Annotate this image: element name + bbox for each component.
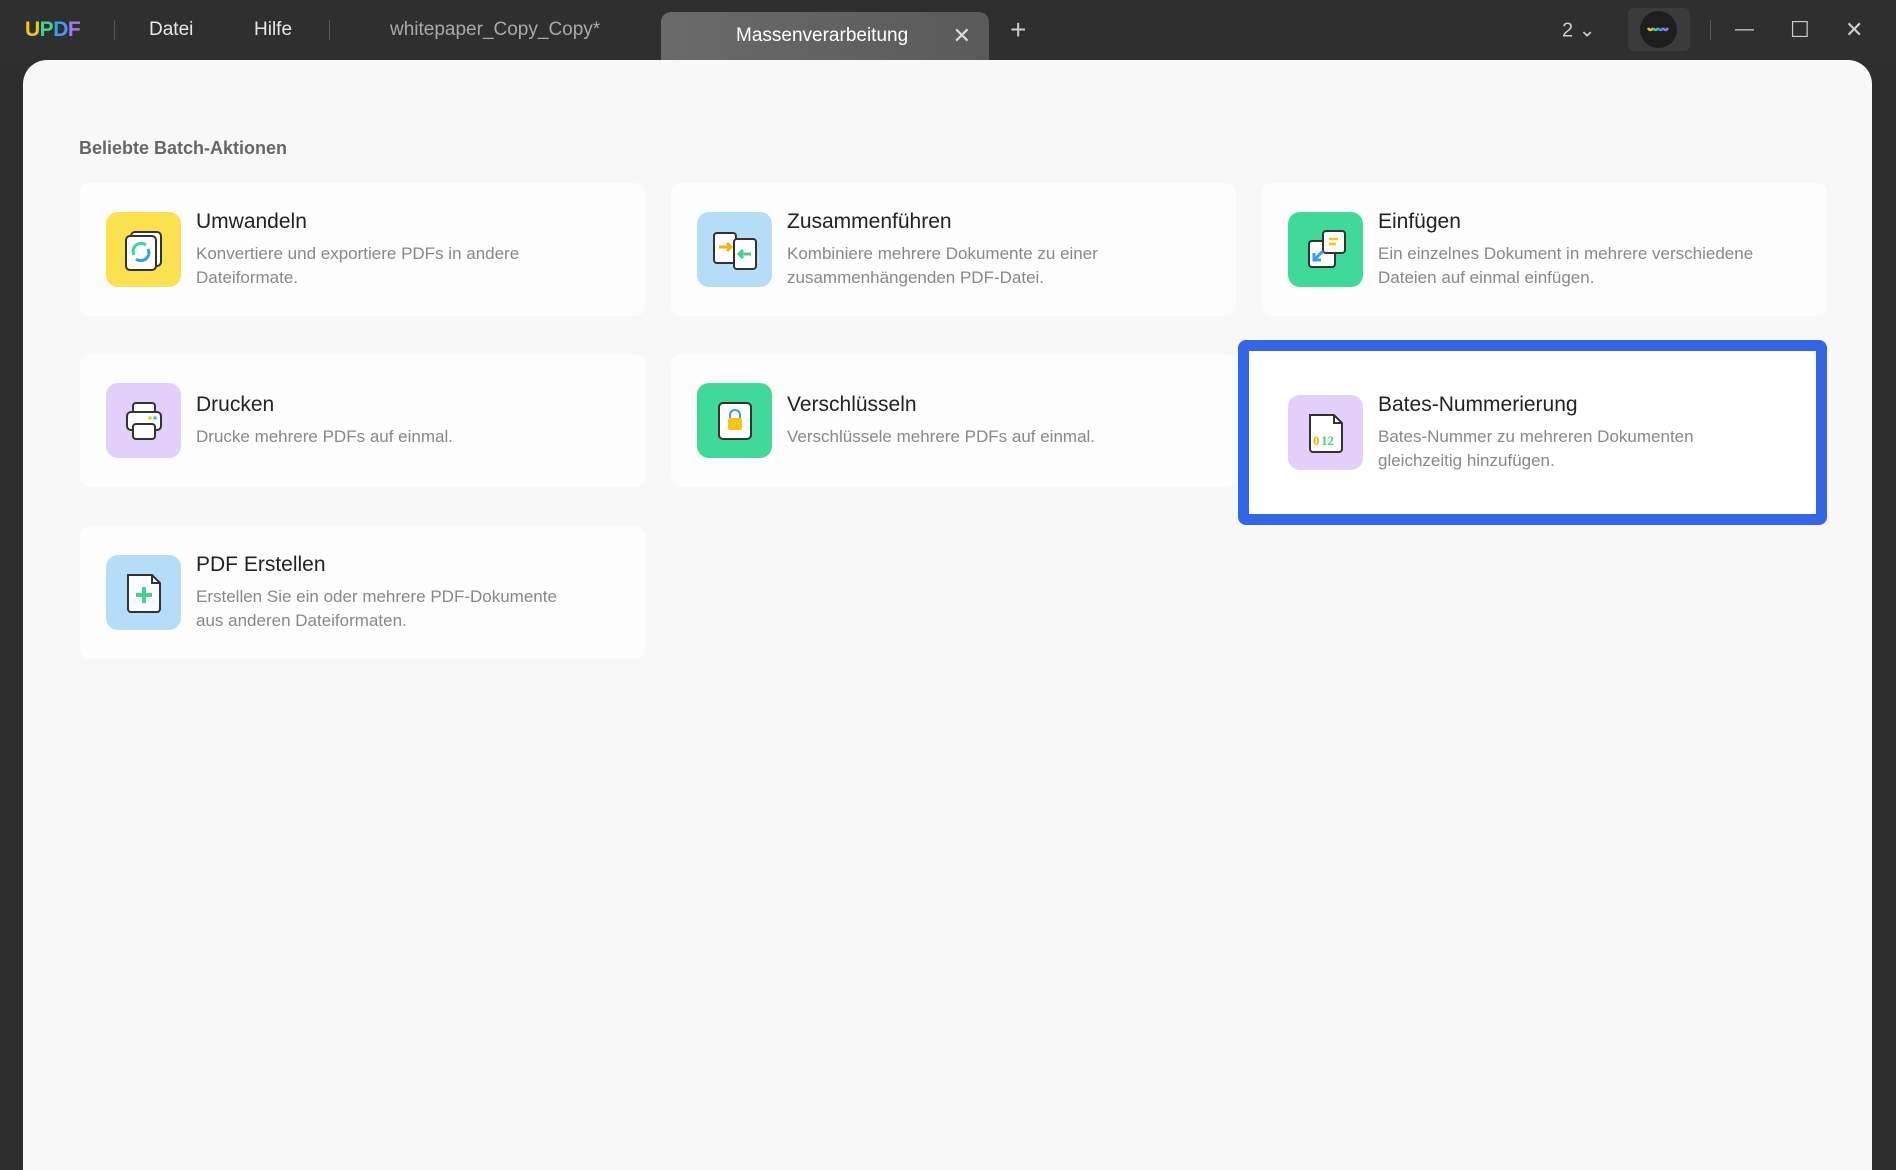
selection-highlight xyxy=(1238,340,1827,525)
card-einfuegen[interactable]: Einfügen Ein einzelnes Dokument in mehrer… xyxy=(1262,183,1827,316)
menu-hilfe[interactable]: Hilfe xyxy=(254,19,292,41)
avatar xyxy=(1640,11,1677,48)
card-description: Drucke mehrere PDFs auf einmal. xyxy=(196,426,453,446)
card-title: Zusammenführen xyxy=(787,209,952,233)
account-button[interactable] xyxy=(1628,8,1690,51)
minimize-button[interactable]: — xyxy=(1735,19,1754,41)
maximize-button[interactable]: ☐ xyxy=(1790,17,1810,43)
lock-icon xyxy=(697,383,772,458)
merge-icon xyxy=(697,212,772,287)
card-zusammenfuehren[interactable]: Zusammenführen Kombiniere mehrere Dokumen… xyxy=(671,183,1236,316)
card-description: Erstellen Sie ein oder mehrere PDF-Dokum… xyxy=(196,586,557,630)
add-tab-button[interactable]: + xyxy=(1010,14,1026,46)
divider xyxy=(114,20,115,40)
card-title: PDF Erstellen xyxy=(196,552,326,576)
updf-logo: UPDF xyxy=(25,18,81,41)
divider xyxy=(1710,20,1711,40)
card-title: Einfügen xyxy=(1378,209,1461,233)
tab-whitepaper[interactable]: whitepaper_Copy_Copy* xyxy=(390,19,600,41)
tab-label: Massenverarbeitung xyxy=(736,25,909,46)
insert-icon xyxy=(1288,212,1363,287)
card-verschluesseln[interactable]: Verschlüsseln Verschlüssele mehrere PDFs … xyxy=(671,354,1236,487)
tab-massenverarbeitung[interactable]: Massenverarbeitung ✕ xyxy=(661,12,989,60)
card-description: Konvertiere und exportiere PDFs in ander… xyxy=(196,243,520,287)
card-pdf-erstellen[interactable]: PDF Erstellen Erstellen Sie ein oder mehr… xyxy=(80,526,645,659)
card-description: Kombiniere mehrere Dokumente zu einer zu… xyxy=(787,243,1098,287)
card-drucken[interactable]: Drucken Drucke mehrere PDFs auf einmal. xyxy=(80,354,645,487)
divider xyxy=(329,20,330,40)
close-window-button[interactable]: ✕ xyxy=(1845,17,1863,43)
convert-icon xyxy=(106,212,181,287)
chevron-down-icon: ⌄ xyxy=(1578,19,1596,42)
card-title: Drucken xyxy=(196,392,275,416)
card-title: Umwandeln xyxy=(196,209,307,233)
card-umwandeln[interactable]: Umwandeln Konvertiere und exportiere PDFs… xyxy=(80,183,645,316)
close-tab-icon[interactable]: ✕ xyxy=(953,23,971,49)
printer-icon xyxy=(106,383,181,458)
window-count-button[interactable]: 2 ⌄ xyxy=(1562,18,1595,43)
title-bar: UPDF Datei Hilfe whitepaper_Copy_Copy* M… xyxy=(0,0,1896,60)
menu-datei[interactable]: Datei xyxy=(149,19,193,41)
card-description: Ein einzelnes Dokument in mehrere versch… xyxy=(1378,243,1754,287)
section-title: Beliebte Batch-Aktionen xyxy=(79,138,288,158)
card-description: Verschlüssele mehrere PDFs auf einmal. xyxy=(787,426,1096,446)
card-title: Verschlüsseln xyxy=(787,392,917,416)
create-pdf-icon xyxy=(106,555,181,630)
window-count: 2 xyxy=(1562,19,1574,42)
